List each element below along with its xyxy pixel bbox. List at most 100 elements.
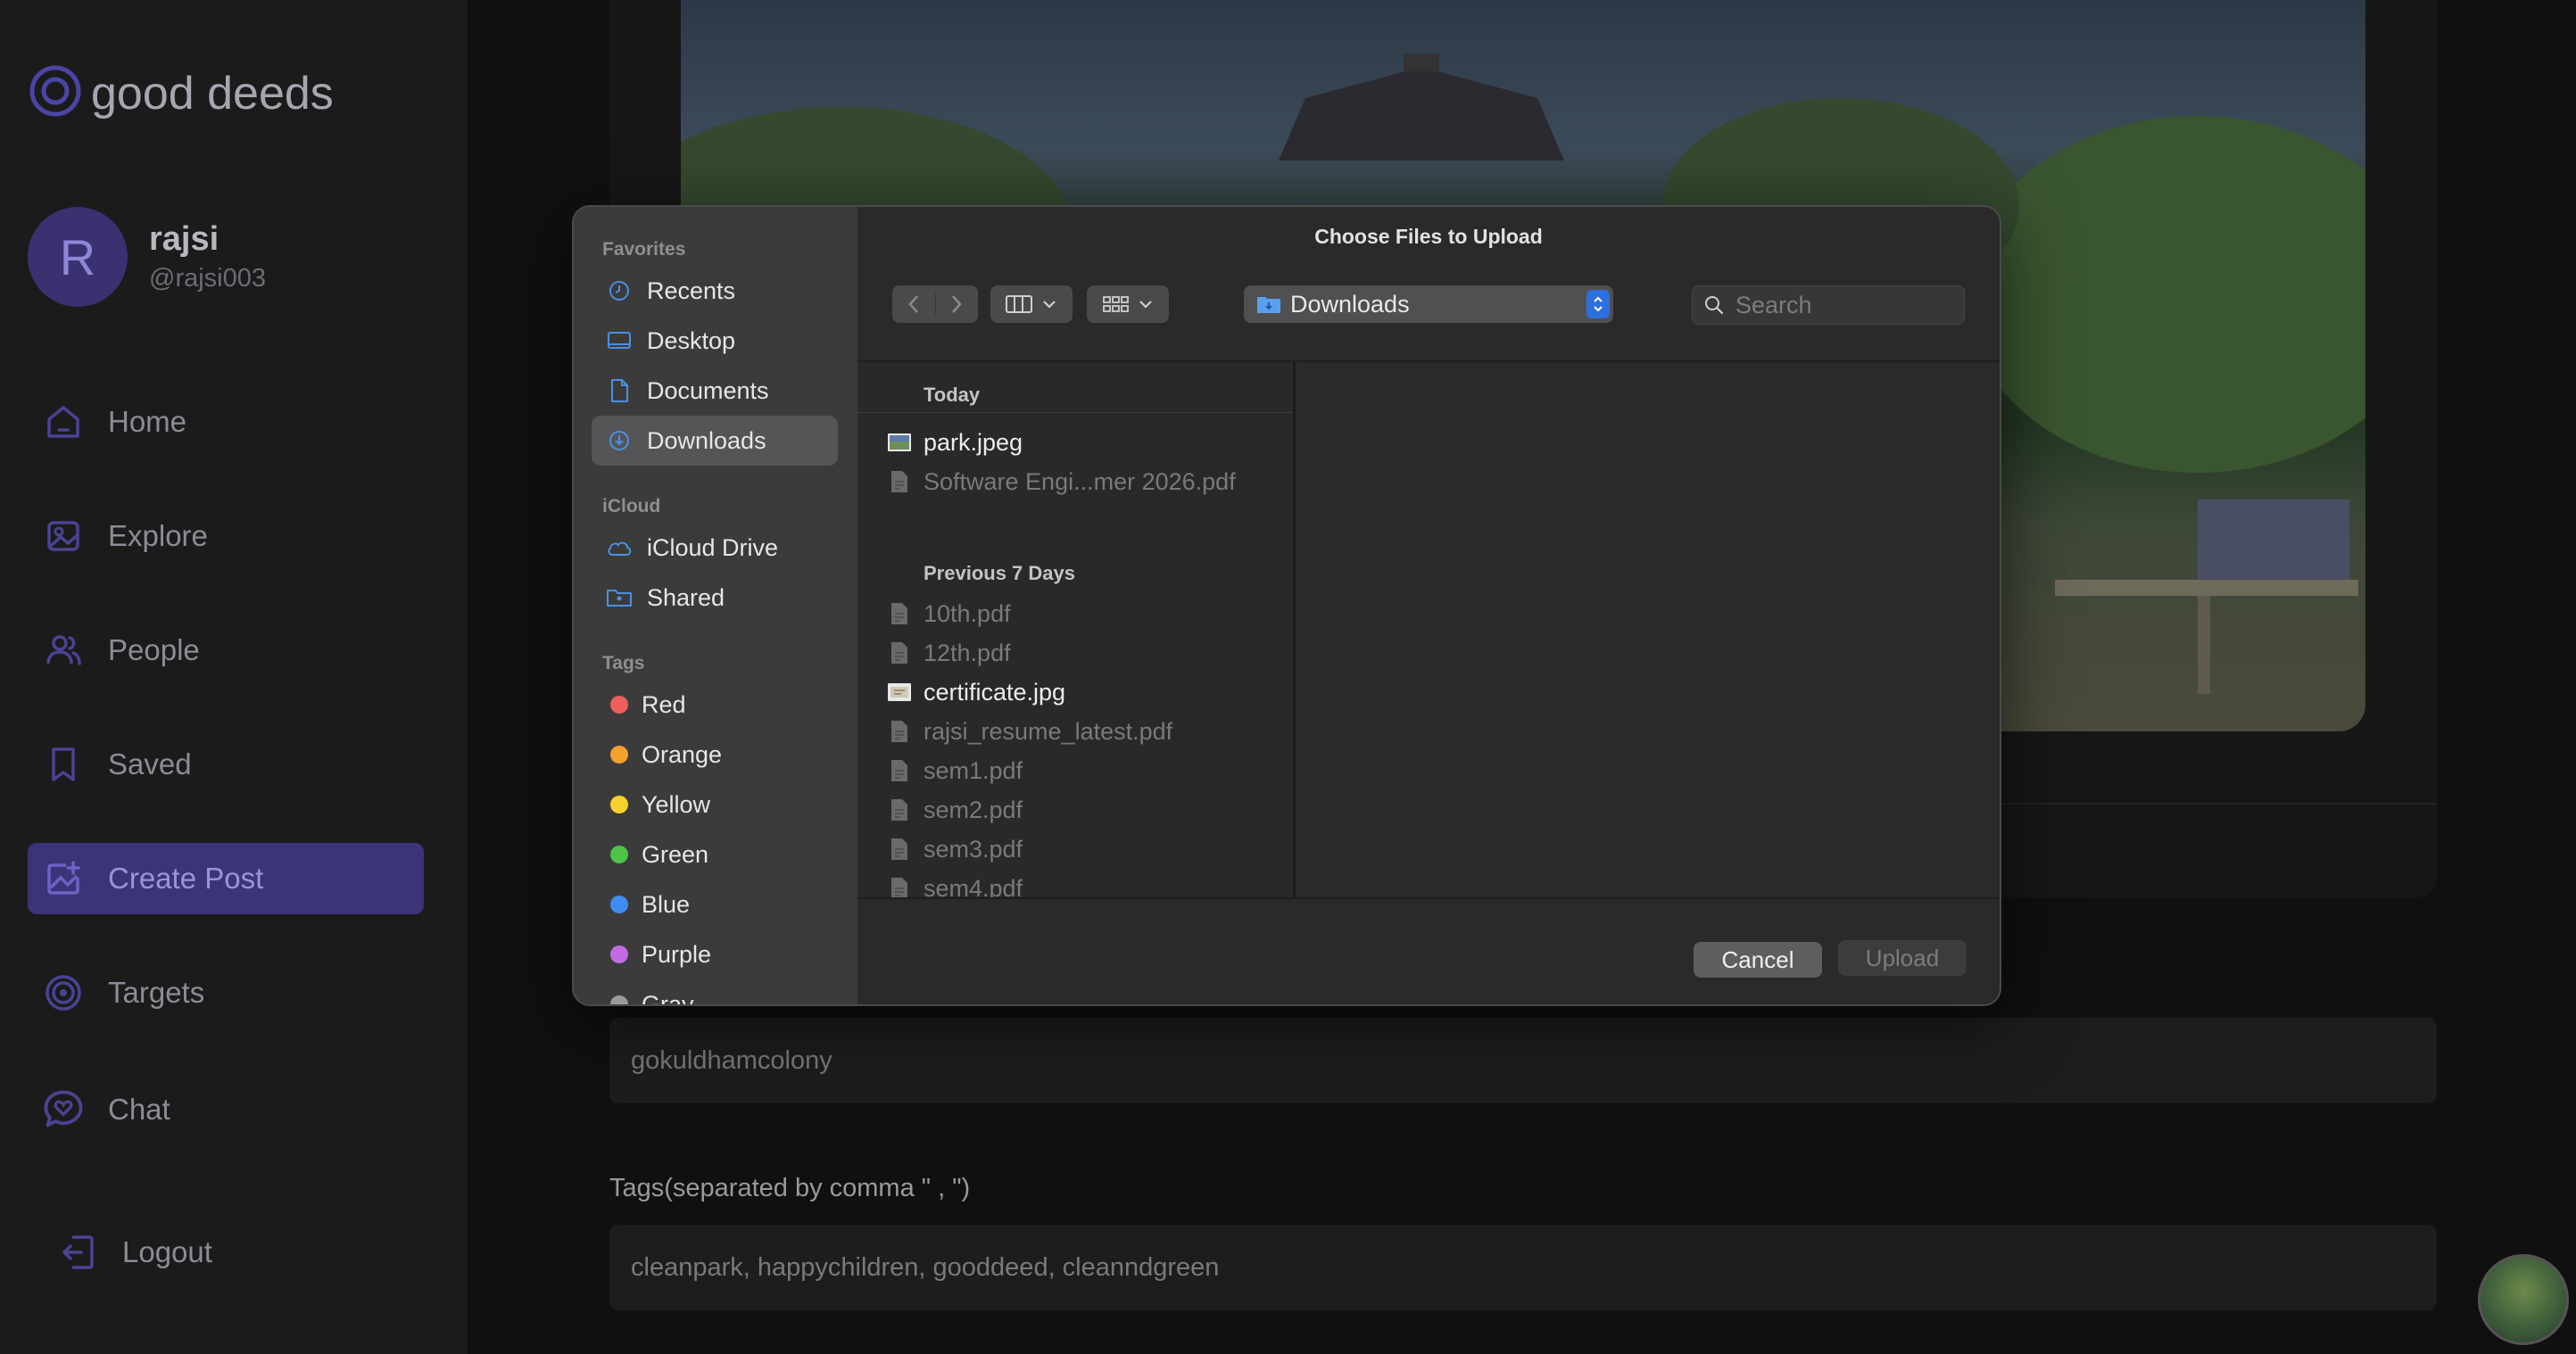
tag-dot-icon [610,746,628,764]
sidebar-tag-yellow[interactable]: Yellow [592,780,838,830]
pdf-file-icon [886,602,913,625]
file-name: Software Engi...mer 2026.pdf [924,467,1236,495]
group-heading-today: Today [924,384,981,406]
sidebar-tag-gray[interactable]: Gray [592,979,838,1004]
sidebar-item-label: Red [642,690,686,718]
nav-label: Targets [108,976,205,1009]
floating-avatar-button[interactable] [2478,1254,2569,1345]
file-row-sem4-pdf[interactable]: sem4.pdf [886,871,1023,897]
location-dropdown[interactable]: Downloads [1244,285,1613,323]
home-icon [40,399,87,445]
dialog-sidebar: Favorites Recents Desktop Documents Down… [574,207,857,1004]
file-name: certificate.jpg [924,678,1066,706]
sidebar-item-label: iCloud Drive [647,533,779,561]
profile-handle: @rajsi003 [149,264,266,293]
chevron-right-icon [952,295,962,313]
group-by-button[interactable] [1087,285,1169,323]
nav-item-logout[interactable]: Logout [42,1217,438,1288]
nav-label: Explore [108,519,208,552]
file-row-software-engineer-pdf[interactable]: Software Engi...mer 2026.pdf [886,464,1236,499]
tags-label: Tags(separated by comma " , ") [609,1174,971,1202]
desktop-icon [606,327,633,354]
file-row-sem3-pdf[interactable]: sem3.pdf [886,831,1023,867]
file-name: sem3.pdf [924,835,1023,863]
tags-input[interactable]: cleanpark, happychildren, gooddeed, clea… [609,1225,2437,1310]
sidebar-item-label: Green [642,840,709,868]
create-post-icon [40,855,87,902]
location-input[interactable]: gokuldhamcolony [609,1018,2437,1103]
nav-label: Chat [108,1093,170,1126]
nav-item-people[interactable]: People [28,615,424,686]
nav-item-explore[interactable]: Explore [28,500,424,572]
back-button[interactable] [892,293,936,315]
logo[interactable]: good deeds [29,64,334,122]
sidebar-tag-red[interactable]: Red [592,680,838,730]
nav-label: Home [108,405,187,438]
sidebar-item-desktop[interactable]: Desktop [592,316,838,366]
sidebar-item-label: Documents [647,376,769,404]
explore-icon [40,513,87,559]
tag-dot-icon [610,995,628,1004]
download-icon [606,427,633,454]
up-down-chevron-icon [1594,296,1603,312]
nav-back-forward [892,285,978,323]
avatar: R [28,207,128,307]
sidebar-tag-purple[interactable]: Purple [592,929,838,979]
file-list: Today park.jpeg Software Engi...mer 2026… [857,362,1293,897]
sidebar-item-label: Orange [642,740,723,768]
sidebar-item-shared[interactable]: Shared [592,573,838,623]
nav-label: People [108,633,200,666]
sidebar-item-downloads[interactable]: Downloads [592,416,838,466]
sidebar-item-label: Blue [642,890,691,918]
nav-item-chat[interactable]: Chat [28,1074,424,1145]
document-icon [606,377,633,404]
sidebar-tag-orange[interactable]: Orange [592,730,838,780]
sidebar-item-icloud-drive[interactable]: iCloud Drive [592,523,838,573]
sidebar-tag-green[interactable]: Green [592,830,838,879]
file-row-park-jpeg[interactable]: park.jpeg [886,425,1023,460]
clock-icon [606,277,633,304]
cloud-icon [606,534,633,561]
nav-label: Logout [122,1235,212,1268]
shared-folder-icon [606,584,633,611]
pdf-file-icon [886,877,913,897]
sidebar-item-label: Downloads [647,426,766,454]
upload-button[interactable]: Upload [1838,940,1967,976]
nav-item-saved[interactable]: Saved [28,729,424,800]
pdf-file-icon [886,470,913,493]
forward-button[interactable] [936,293,979,315]
dialog-footer: Cancel [857,897,2000,1004]
file-name: rajsi_resume_latest.pdf [924,717,1173,745]
nav-item-home[interactable]: Home [28,386,424,458]
tag-dot-icon [610,945,628,963]
pdf-file-icon [886,838,913,861]
user-profile[interactable]: R rajsi @rajsi003 [28,207,266,307]
nav-label: Saved [108,747,192,780]
location-label: Downloads [1290,290,1410,318]
file-row-12th-pdf[interactable]: 12th.pdf [886,635,1011,671]
nav-item-targets[interactable]: Targets [28,957,424,1028]
nav-item-create-post[interactable]: Create Post [28,843,424,914]
cancel-button[interactable]: Cancel [1694,942,1822,978]
file-row-rajsi-resume-pdf[interactable]: rajsi_resume_latest.pdf [886,714,1172,749]
downloads-folder-icon [1257,297,1280,313]
sidebar-item-recents[interactable]: Recents [592,266,838,316]
sidebar-tag-blue[interactable]: Blue [592,879,838,929]
file-upload-dialog: Favorites Recents Desktop Documents Down… [572,205,2001,1006]
people-icon [40,627,87,673]
file-row-10th-pdf[interactable]: 10th.pdf [886,596,1011,632]
location-stepper[interactable] [1586,290,1610,318]
file-row-sem2-pdf[interactable]: sem2.pdf [886,792,1023,828]
search-input[interactable]: Search [1692,285,1965,325]
sidebar-item-documents[interactable]: Documents [592,366,838,416]
view-mode-button[interactable] [990,285,1073,323]
location-value: gokuldhamcolony [631,1045,832,1075]
pdf-file-icon [886,641,913,665]
logo-text: good deeds [91,67,334,120]
pdf-file-icon [886,759,913,782]
dialog-title: Choose Files to Upload [1314,225,1543,248]
group-divider [857,412,1293,413]
file-row-sem1-pdf[interactable]: sem1.pdf [886,753,1023,788]
file-row-certificate-jpg[interactable]: certificate.jpg [886,674,1065,710]
pdf-file-icon [886,798,913,821]
